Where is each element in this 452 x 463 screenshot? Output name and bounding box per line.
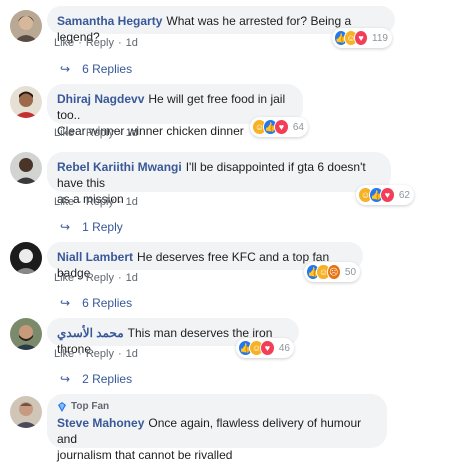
- author-name[interactable]: Rebel Kariithi Mwangi: [57, 160, 182, 174]
- comment-actions: Like · Reply · 1d: [54, 272, 138, 284]
- reply-arrow-icon: ↪: [60, 220, 71, 234]
- timestamp[interactable]: 1d: [126, 272, 138, 284]
- avatar[interactable]: [10, 318, 42, 350]
- heart-icon: ♥: [259, 340, 275, 356]
- like-link[interactable]: Like: [54, 272, 74, 284]
- author-name[interactable]: Dhiraj Nagdevv: [57, 92, 144, 106]
- view-replies-link[interactable]: ↪ 1 Reply: [60, 220, 123, 234]
- like-link[interactable]: Like: [54, 348, 74, 360]
- reaction-summary[interactable]: 👍 ☺ ♥ 119: [332, 28, 392, 48]
- replies-count[interactable]: 1 Reply: [82, 220, 123, 234]
- author-name[interactable]: Niall Lambert: [57, 250, 133, 264]
- like-link[interactable]: Like: [54, 196, 74, 208]
- reply-link[interactable]: Reply: [86, 127, 114, 139]
- reply-arrow-icon: ↪: [60, 372, 71, 386]
- reaction-count: 62: [398, 189, 410, 201]
- avatar[interactable]: [10, 242, 42, 274]
- badge-label: Top Fan: [71, 401, 110, 412]
- reply-link[interactable]: Reply: [86, 196, 114, 208]
- reaction-summary[interactable]: 👍 ☺ ♥ 46: [236, 338, 294, 358]
- timestamp[interactable]: 1d: [126, 127, 138, 139]
- reply-link[interactable]: Reply: [86, 272, 114, 284]
- author-name[interactable]: محمد الأسدي: [57, 326, 124, 340]
- avatar[interactable]: [10, 152, 42, 184]
- like-link[interactable]: Like: [54, 127, 74, 139]
- comment-bubble: Top Fan Steve Mahoney Once again, flawles…: [47, 394, 387, 462]
- comment-actions: Like · Reply · 1d: [54, 37, 138, 49]
- avatar[interactable]: [10, 86, 42, 118]
- comment-text: journalism that cannot be rivalled: [57, 448, 233, 462]
- view-replies-link[interactable]: ↪ 2 Replies: [60, 372, 132, 386]
- reaction-count: 64: [292, 121, 304, 133]
- angry-face-icon: ☹: [326, 264, 341, 280]
- comment-actions: Like · Reply · 1d: [54, 127, 138, 139]
- avatar[interactable]: [10, 396, 42, 428]
- comment-bubble: Rebel Kariithi Mwangi I'll be disappointe…: [47, 152, 391, 206]
- comment-actions: Like · Reply · 1d: [54, 196, 138, 208]
- timestamp[interactable]: 1d: [126, 348, 138, 360]
- reaction-summary[interactable]: ☺ 👍 ♥ 64: [250, 117, 308, 137]
- top-fan-badge-icon: [58, 402, 66, 412]
- reply-link[interactable]: Reply: [86, 348, 114, 360]
- replies-count[interactable]: 2 Replies: [82, 372, 132, 386]
- reaction-count: 50: [344, 266, 357, 278]
- reaction-count: 46: [278, 342, 290, 354]
- timestamp[interactable]: 1d: [126, 37, 138, 49]
- reply-arrow-icon: ↪: [60, 62, 71, 76]
- top-fan-badge[interactable]: Top Fan: [57, 399, 377, 415]
- reaction-summary[interactable]: ☺ 👍 ♥ 62: [356, 185, 414, 205]
- reply-arrow-icon: ↪: [60, 296, 71, 310]
- reaction-summary[interactable]: 👍 ☺ ☹ 50: [304, 262, 360, 282]
- heart-icon: ♥: [379, 187, 395, 203]
- timestamp[interactable]: 1d: [126, 196, 138, 208]
- replies-count[interactable]: 6 Replies: [82, 62, 132, 76]
- comment-actions: Like · Reply · 1d: [54, 348, 138, 360]
- heart-icon: ♥: [354, 30, 369, 46]
- view-replies-link[interactable]: ↪ 6 Replies: [60, 62, 132, 76]
- like-link[interactable]: Like: [54, 37, 74, 49]
- author-name[interactable]: Steve Mahoney: [57, 416, 144, 430]
- avatar[interactable]: [10, 10, 42, 42]
- view-replies-link[interactable]: ↪ 6 Replies: [60, 296, 132, 310]
- heart-icon: ♥: [273, 119, 289, 135]
- author-name[interactable]: Samantha Hegarty: [57, 14, 162, 28]
- reaction-count: 119: [372, 32, 388, 44]
- replies-count[interactable]: 6 Replies: [82, 296, 132, 310]
- reply-link[interactable]: Reply: [86, 37, 114, 49]
